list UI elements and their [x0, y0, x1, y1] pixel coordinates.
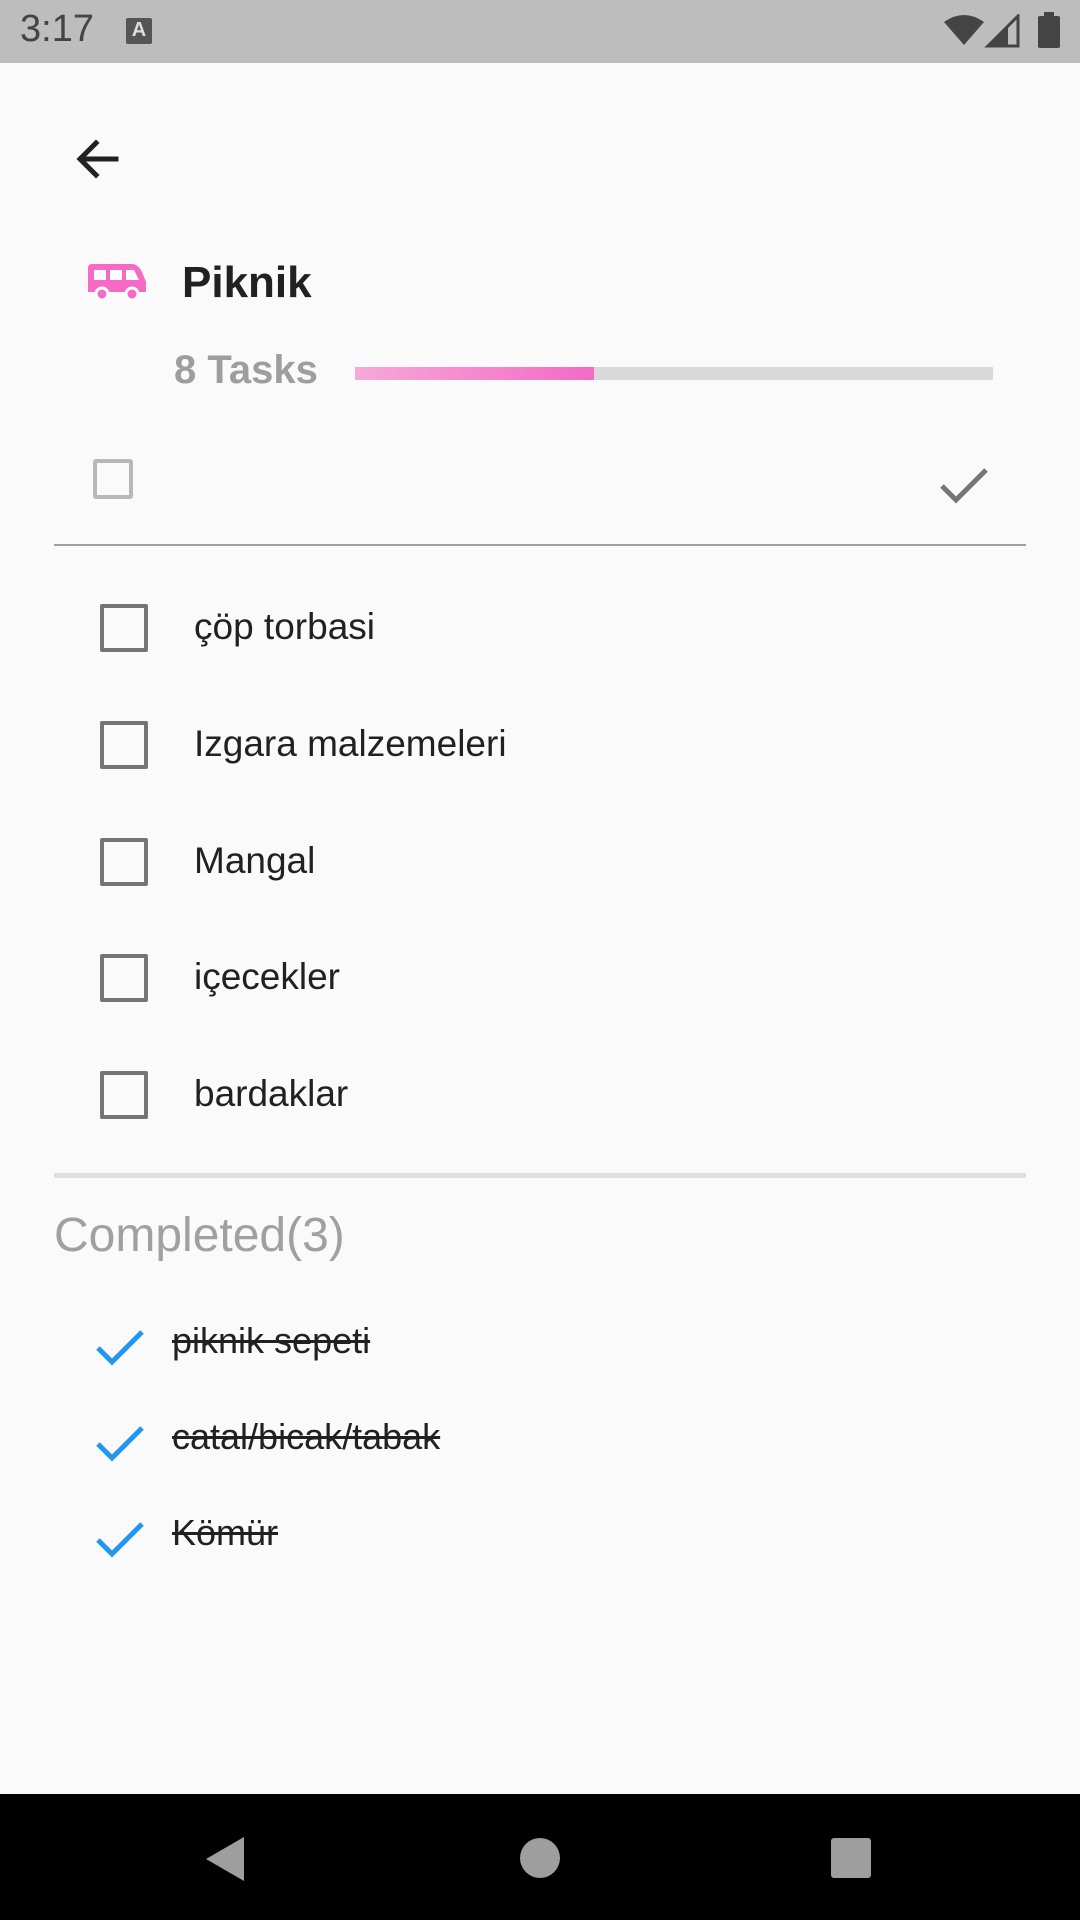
task-row[interactable]: içecekler	[54, 926, 1026, 1026]
nav-home-icon[interactable]	[520, 1838, 560, 1878]
check-icon	[940, 468, 988, 504]
section-divider	[54, 1173, 1026, 1178]
list-title: Piknik	[182, 258, 312, 307]
progress-fill	[355, 367, 595, 380]
check-icon[interactable]	[92, 1318, 152, 1378]
completed-task-label: catal/bicak/tabak	[172, 1416, 441, 1457]
task-label: Izgara malzemeleri	[194, 723, 507, 764]
cell-signal-icon	[984, 14, 1020, 48]
task-row[interactable]: Mangal	[54, 810, 1026, 910]
arrow-left-icon	[76, 139, 119, 179]
status-time: 3:17	[20, 8, 94, 50]
nav-back-icon[interactable]	[204, 1835, 248, 1883]
status-bar	[0, 0, 1080, 63]
completed-header: Completed(3)	[54, 1209, 345, 1262]
bus-icon	[88, 264, 146, 302]
back-button[interactable]	[60, 126, 134, 200]
new-task-input[interactable]	[170, 450, 874, 512]
input-underline	[54, 544, 1026, 546]
task-checkbox[interactable]	[100, 838, 148, 886]
task-row[interactable]: bardaklar	[54, 1043, 1026, 1143]
new-task-checkbox[interactable]	[93, 459, 133, 499]
task-count: 8 Tasks	[174, 348, 318, 392]
completed-task-row[interactable]: piknik sepeti	[54, 1300, 1026, 1390]
completed-task-label: piknik sepeti	[172, 1320, 371, 1361]
completed-task-row[interactable]: catal/bicak/tabak	[54, 1396, 1026, 1486]
task-checkbox[interactable]	[100, 604, 148, 652]
task-checkbox[interactable]	[100, 721, 148, 769]
confirm-add-task-button[interactable]	[934, 456, 994, 516]
task-row[interactable]: Izgara malzemeleri	[54, 693, 1026, 793]
notification-a-icon: A	[126, 18, 152, 44]
task-checkbox[interactable]	[100, 954, 148, 1002]
battery-icon	[1038, 12, 1060, 48]
nav-recents-icon[interactable]	[831, 1838, 871, 1878]
task-checkbox[interactable]	[100, 1071, 148, 1119]
task-label: içecekler	[194, 956, 340, 997]
task-label: çöp torbasi	[194, 606, 375, 647]
check-icon[interactable]	[92, 1414, 152, 1474]
task-label: bardaklar	[194, 1073, 349, 1114]
task-row[interactable]: çöp torbasi	[54, 576, 1026, 676]
completed-task-label: Kömür	[172, 1512, 279, 1553]
task-label: Mangal	[194, 840, 316, 881]
completed-task-row[interactable]: Kömür	[54, 1492, 1026, 1582]
progress-bar	[355, 367, 993, 380]
check-icon[interactable]	[92, 1510, 152, 1570]
wifi-icon	[944, 15, 984, 45]
